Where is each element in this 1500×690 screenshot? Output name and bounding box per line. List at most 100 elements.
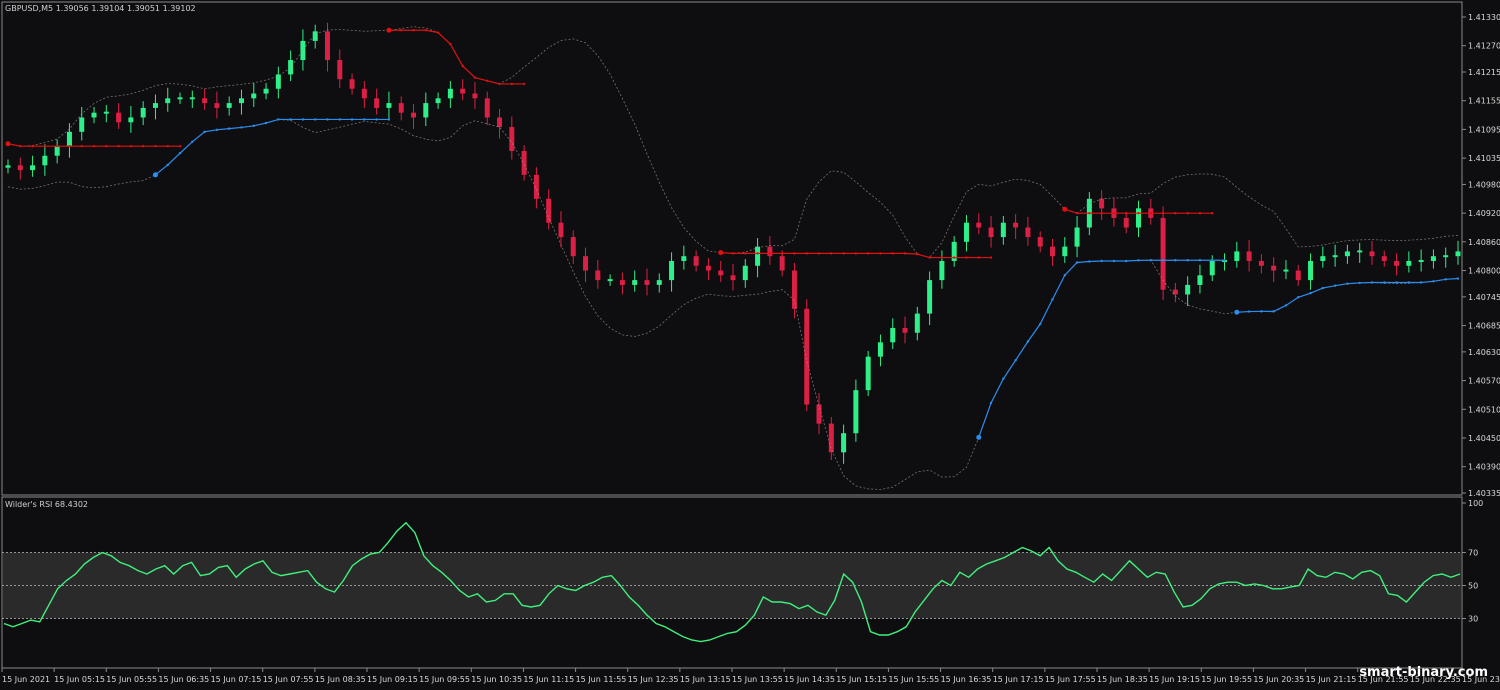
time-tick-label: 15 Jun 11:15 (523, 675, 574, 684)
time-tick-label: 15 Jun 09:15 (367, 675, 418, 684)
resistance-line-1-dot (141, 144, 145, 148)
time-tick-label: 15 Jun 09:55 (419, 675, 470, 684)
bear-candle (1394, 260, 1400, 266)
bear-candle (644, 280, 650, 285)
price-tick-label: 1.40390 (1468, 463, 1500, 472)
bear-candle (1049, 246, 1055, 257)
bear-candle (324, 31, 330, 61)
bear-candle (509, 127, 515, 151)
price-tick-label: 1.41155 (1468, 97, 1500, 106)
bull-candle (1455, 251, 1461, 257)
support-line-3-dot (1309, 291, 1312, 295)
time-tick-label: 15 Jun 05:15 (54, 675, 105, 684)
bull-candle (5, 165, 11, 168)
resistance-line-2-start (386, 27, 392, 33)
bull-candle (1418, 259, 1424, 262)
bear-candle (497, 117, 503, 128)
bull-candle (30, 165, 36, 171)
price-tick-label: 1.40920 (1468, 209, 1500, 218)
support-line-1-dot (375, 118, 378, 121)
support-line-3-dot (1444, 278, 1447, 281)
bull-candle (841, 433, 847, 453)
resistance-line-4-dot (1125, 212, 1128, 215)
price-tick-label: 1.41035 (1468, 154, 1500, 163)
bull-candle (1234, 251, 1240, 261)
resistance-line-3-dot (965, 256, 968, 259)
resistance-line-3-dot (842, 252, 845, 255)
support-line-3-dot (1432, 280, 1435, 283)
support-line-1-dot (227, 127, 231, 130)
time-tick-label: 15 Jun 19:55 (1201, 675, 1252, 684)
resistance-line-4-dot (1174, 212, 1177, 215)
resistance-line-3-start (718, 250, 724, 256)
support-line-1-dot (350, 118, 354, 121)
bear-candle (1295, 270, 1301, 281)
bull-candle (189, 97, 195, 100)
resistance-line-4-dot (1149, 212, 1152, 215)
bull-candle (1283, 269, 1289, 272)
bear-candle (460, 88, 466, 94)
bear-candle (116, 112, 122, 123)
support-line-3-dot (1247, 310, 1251, 313)
resistance-line-3-dot (731, 252, 735, 255)
support-line-2-dot (1211, 259, 1214, 262)
support-line-2-dot (1174, 259, 1177, 262)
support-line-3-dot (1297, 296, 1300, 299)
bear-candle (619, 280, 625, 285)
bull-candle (669, 260, 675, 281)
support-line-3-dot (1456, 277, 1460, 280)
support-line-2-dot (1075, 261, 1079, 264)
bull-candle (1308, 260, 1314, 281)
bull-candle (877, 342, 883, 357)
resistance-line-2-dot (400, 29, 403, 32)
bull-candle (1406, 260, 1412, 266)
bull-candle (1136, 208, 1142, 228)
bear-candle (1381, 256, 1387, 261)
price-tick-label: 1.41215 (1468, 68, 1500, 77)
resistance-line-3-dot (866, 252, 870, 255)
resistance-line-4-dot (1100, 212, 1103, 215)
bull-candle (681, 256, 687, 261)
support-line-2-start (976, 434, 982, 440)
chart-title: GBPUSD,M5 1.39056 1.39104 1.39051 1.3910… (5, 4, 196, 13)
support-line-2-dot (1198, 259, 1202, 262)
bull-candle (939, 260, 945, 281)
support-line-3-dot (1370, 281, 1374, 284)
bear-candle (718, 270, 724, 276)
time-tick-label: 15 Jun 19:15 (1149, 675, 1200, 684)
bear-candle (791, 270, 797, 309)
resistance-line-3-dot (903, 252, 907, 255)
time-tick-label: 15 Jun 11:55 (576, 675, 627, 684)
price-tick-label: 1.41270 (1468, 42, 1500, 51)
bull-candle (1000, 222, 1006, 238)
time-tick-label: 15 Jun 15:55 (888, 675, 939, 684)
resistance-line-4-dot (1137, 212, 1140, 215)
resistance-line-1-dot (105, 144, 108, 148)
bull-candle (140, 107, 146, 118)
bull-candle (54, 146, 60, 156)
support-line-3-dot (1419, 281, 1423, 284)
bull-candle (42, 155, 48, 166)
support-line-3-dot (1395, 281, 1398, 284)
resistance-line-3-dot (854, 252, 858, 255)
bull-candle (865, 356, 871, 391)
bear-candle (804, 308, 810, 405)
bear-candle (533, 174, 539, 199)
bull-candle (152, 103, 158, 108)
support-line-1-dot (338, 118, 341, 121)
bull-candle (300, 40, 306, 61)
support-line-2-dot (1125, 259, 1128, 263)
resistance-line-1-dot (55, 144, 59, 148)
resistance-line-2-dot (486, 79, 489, 82)
bear-candle (779, 256, 785, 271)
support-line-3-dot (1260, 310, 1263, 313)
resistance-line-1-dot (154, 144, 157, 148)
resistance-line-3-dot (989, 256, 993, 259)
bear-candle (1271, 265, 1277, 271)
bull-candle (1332, 255, 1338, 258)
bull-candle (288, 60, 294, 75)
bull-candle (238, 98, 244, 104)
price-tick-label: 1.41095 (1468, 125, 1500, 134)
rsi-title: Wilder's RSI 68.4302 (5, 500, 88, 509)
bear-candle (374, 98, 380, 108)
